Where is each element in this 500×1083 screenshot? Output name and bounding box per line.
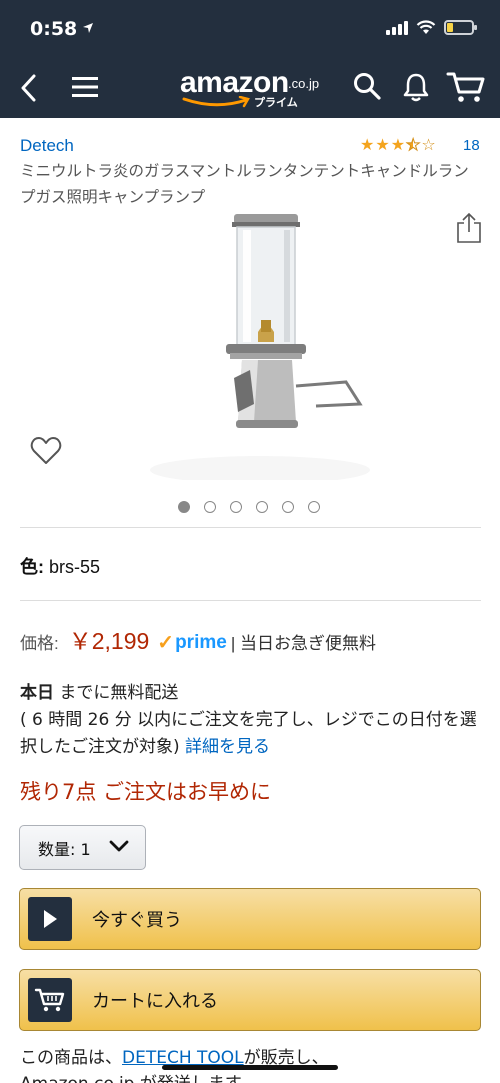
prime-badge: ✓ prime (157, 630, 227, 655)
buy-now-label: 今すぐ買う (92, 910, 182, 931)
star-half-icon: ★ (406, 135, 421, 154)
prime-label: prime (175, 631, 227, 653)
add-to-cart-button[interactable]: カートに入れる (19, 969, 481, 1031)
carousel-dot[interactable] (230, 501, 242, 513)
divider (20, 527, 481, 528)
product-title: ミニウルトラ炎のガラスマントルランタンテントキャンドルランプガス照明キャンプラン… (20, 162, 469, 206)
play-icon (28, 897, 72, 941)
price-label: 価格: (20, 634, 59, 653)
details-link[interactable]: 詳細を見る (185, 737, 270, 757)
delivery-info: 本日 までに無料配送 ( 6 時間 26 分 以内にご注文を完了し、レジでこの日… (20, 680, 485, 761)
carousel-dot[interactable] (204, 501, 216, 513)
cart-icon (28, 978, 72, 1022)
nav-bar: amazon .co.jp プライム (0, 58, 500, 118)
heart-icon[interactable] (30, 436, 62, 466)
star-empty-icon: ☆ (421, 135, 436, 154)
price-value: ￥2,199 (68, 628, 150, 654)
buy-now-button[interactable]: 今すぐ買う (19, 888, 481, 950)
color-value: brs-55 (49, 557, 101, 577)
logo-domain: .co.jp (288, 76, 320, 91)
stock-warning: 残り7点 ご注文はお早めに (20, 780, 272, 804)
location-icon (83, 23, 93, 33)
menu-icon[interactable] (72, 76, 98, 98)
carousel-dot[interactable] (282, 501, 294, 513)
home-indicator[interactable] (162, 1065, 338, 1070)
amazon-logo[interactable]: amazon .co.jp プライム (180, 66, 330, 112)
delivery-date: 本日 (20, 683, 54, 703)
color-label: 色: (20, 557, 44, 577)
star-full-icon: ★ (360, 135, 375, 154)
add-to-cart-label: カートに入れる (92, 991, 218, 1012)
logo-prime: プライム (254, 96, 298, 109)
smile-arrow-icon (182, 96, 250, 108)
prime-check-icon: ✓ (157, 632, 175, 654)
price-row: 価格: ￥2,199 ✓ prime | 当日お急ぎ便無料 (20, 622, 376, 656)
star-full-icon: ★ (375, 135, 390, 154)
back-icon[interactable] (20, 74, 38, 102)
seller-info: この商品は、DETECH TOOLが販売し、 Amazon.co.jp が発送し… (20, 1045, 490, 1083)
status-indicators (386, 20, 477, 35)
shipping-text: | 当日お急ぎ便無料 (230, 634, 376, 653)
seller-prefix: この商品は、 (20, 1048, 122, 1068)
star-rating[interactable]: ★ ★ ★ ★ ☆ (360, 135, 436, 154)
search-icon[interactable] (353, 72, 381, 100)
signal-icon (386, 20, 408, 35)
cart-icon[interactable] (446, 70, 486, 104)
battery-level (447, 23, 453, 32)
carousel-dot[interactable] (256, 501, 268, 513)
image-carousel-dots[interactable] (178, 501, 320, 513)
quantity-select[interactable]: 数量: 1 (19, 825, 146, 870)
review-count[interactable]: 18 (463, 137, 480, 154)
share-icon[interactable] (456, 212, 482, 244)
quantity-label: 数量: 1 (38, 839, 91, 859)
product-image[interactable] (130, 208, 370, 480)
color-variant[interactable]: 色: brs-55 (20, 553, 100, 579)
wifi-icon (416, 20, 436, 34)
divider (20, 600, 481, 601)
carousel-dot[interactable] (308, 501, 320, 513)
star-full-icon: ★ (390, 135, 406, 154)
status-bar: 0:58 (0, 0, 500, 58)
status-time: 0:58 (30, 18, 78, 40)
delivery-text: までに無料配送 (54, 683, 179, 703)
chevron-down-icon (109, 840, 129, 852)
bell-icon[interactable] (402, 72, 430, 102)
carousel-dot[interactable] (178, 501, 190, 513)
battery-icon (444, 20, 477, 35)
seller-line2: Amazon.co.jp が発送します。 (20, 1074, 257, 1083)
brand-link[interactable]: Detech (20, 136, 74, 156)
